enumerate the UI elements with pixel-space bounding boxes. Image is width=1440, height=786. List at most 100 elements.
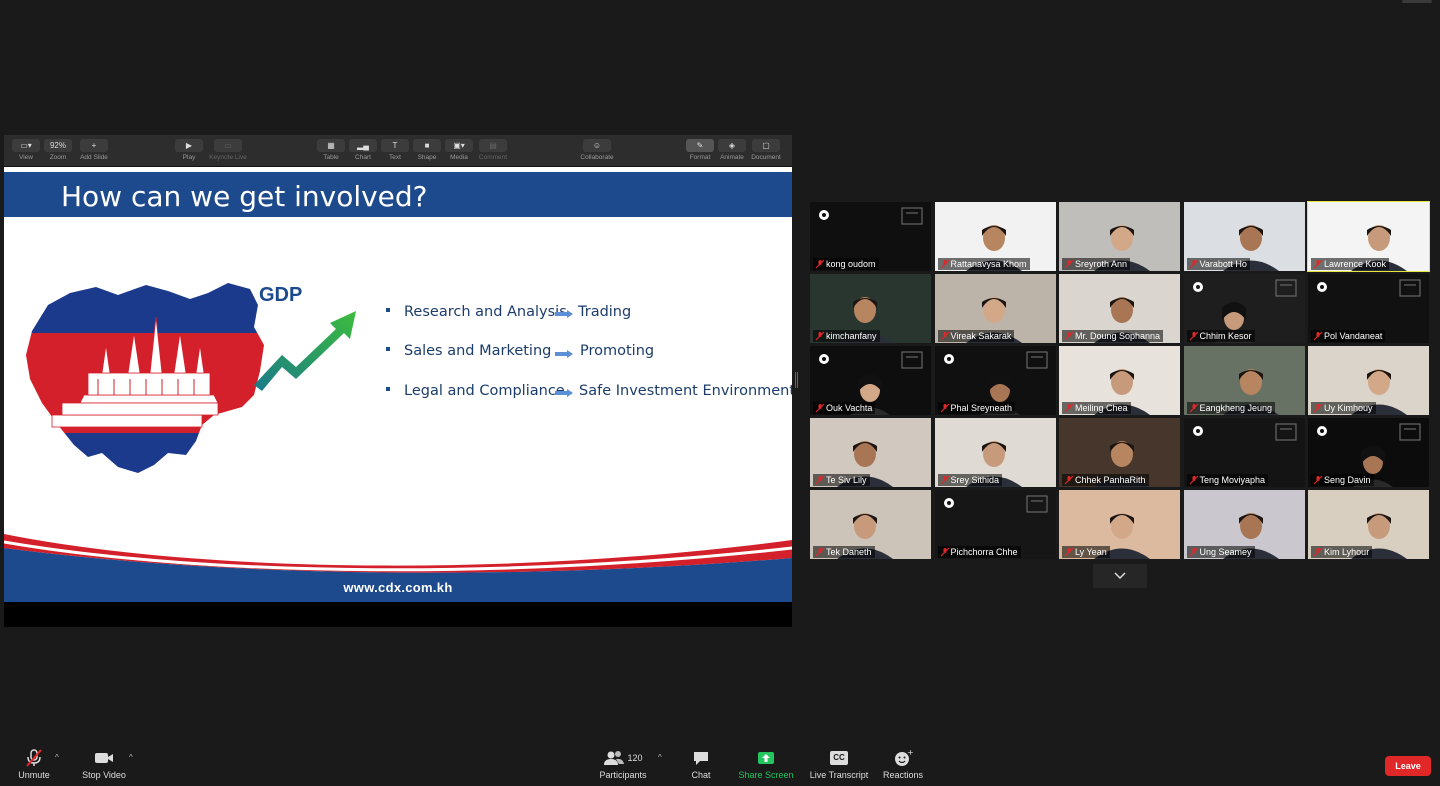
participant-tile[interactable]: Phal Sreyneath [934,346,1056,415]
chat-button[interactable]: Chat [686,748,716,780]
keynote-toolbar: ▭▾ View 92% Zoom + Add Slide ▶ Play ▭ Ke… [4,135,792,167]
share-screen-button[interactable]: Share Screen [738,748,794,780]
participant-tile[interactable]: Pol Vandaneat [1308,274,1429,343]
mic-muted-icon [815,331,825,341]
toolbar-add-slide[interactable]: + Add Slide [76,139,112,165]
participant-tile[interactable]: Vireak Sakarak [934,274,1056,343]
comment-icon: ▤ [479,139,507,152]
mic-muted-icon [815,547,825,557]
bullet-legal-target: Safe Investment Environment [579,383,792,399]
cambodia-flag-map [18,275,278,490]
participant-tile[interactable]: kong oudom [810,202,931,271]
participant-tile[interactable]: Srey Sithida [934,418,1056,487]
mic-muted-icon [1064,547,1074,557]
participant-tile[interactable]: Mr. Doung Sophanna [1059,274,1180,343]
shared-screen: ▭▾ View 92% Zoom + Add Slide ▶ Play ▭ Ke… [4,135,792,627]
mic-muted-icon [1189,331,1198,341]
participant-tile[interactable]: Teng Moviyapha [1183,418,1305,487]
toolbar-play[interactable]: ▶ Play [174,139,204,165]
toolbar-chart[interactable]: ▂▄ Chart [348,139,378,165]
participant-count: 120 [627,753,643,763]
participant-tile[interactable]: Lawrence Kook [1307,201,1430,272]
participant-name: Pichchorra Chhe [937,546,1021,558]
participant-tile[interactable]: Te Siv Lily [810,418,931,487]
video-options-caret[interactable]: ^ [129,753,133,762]
cc-icon: CC [808,748,870,768]
bullet-marker [386,347,390,351]
slide-header-band: How can we get involved? [4,172,792,217]
live-transcript-button[interactable]: CC Live Transcript [808,748,870,780]
mic-muted-icon [940,547,949,557]
participant-tile[interactable]: Chhim Kesor [1183,274,1305,343]
reactions-button[interactable]: + Reactions [880,748,926,780]
participant-tile[interactable]: Seng Davin [1308,418,1429,487]
reactions-icon: + [880,748,926,768]
format-icon: ✎ [686,139,714,152]
participant-tile[interactable]: Eangkheng Jeung [1183,346,1305,415]
participant-tile[interactable]: Ly Yean [1059,490,1180,559]
mic-muted-icon [1313,259,1323,269]
toolbar-table[interactable]: ▦ Table [316,139,346,165]
media-icon: ▣▾ [445,139,473,152]
toolbar-document[interactable]: ▢ Document [748,139,784,165]
video-camera-icon [80,748,128,768]
table-icon: ▦ [317,139,345,152]
participant-tile[interactable]: Kim Lyhour [1308,490,1429,559]
bullet-sales-target: Promoting [580,343,655,359]
slide-url: www.cdx.com.kh [343,580,453,595]
participant-tile[interactable]: Sreyroth Ann [1059,202,1180,271]
toolbar-format[interactable]: ✎ Format [684,139,716,165]
participant-tile[interactable]: Ung Seamey [1183,490,1305,559]
participant-tile[interactable]: Meiling Chea [1059,346,1180,415]
mic-muted-icon [1064,403,1074,413]
participant-gallery: kong oudom Rattanavysa Khom Sreyroth Ann Va… [810,201,1432,560]
leave-button[interactable]: Leave [1385,756,1431,776]
toolbar-text[interactable]: T Text [380,139,410,165]
audio-options-caret[interactable]: ^ [55,753,59,762]
toolbar-shape[interactable]: ■ Shape [412,139,442,165]
text-icon: T [381,139,409,152]
toolbar-collaborate[interactable]: ☺ Collaborate [576,139,618,165]
right-arrow-icon [555,310,573,318]
mic-muted-icon [1189,547,1198,557]
toolbar-keynote-live[interactable]: ▭ Keynote Live [206,139,250,165]
participant-name: Chhek PanhaRith [1062,474,1149,486]
unmute-button[interactable]: Unmute [14,748,54,780]
mic-muted-icon [1064,475,1074,485]
bullet-sales: Sales and Marketing [386,343,551,359]
collaborate-icon: ☺ [583,139,611,152]
participants-options-caret[interactable]: ^ [658,753,662,762]
bullet-research: Research and Analysis [386,304,567,320]
toolbar-view[interactable]: ▭▾ View [10,139,42,165]
growth-arrow-icon [254,311,356,391]
mic-muted-icon [1064,259,1074,269]
toolbar-animate[interactable]: ◈ Animate [716,139,748,165]
participant-tile[interactable]: Tek Daneth [810,490,931,559]
plus-icon: + [80,139,108,152]
toolbar-media[interactable]: ▣▾ Media [444,139,474,165]
window-handle[interactable] [1402,0,1432,3]
participant-name: Mr. Doung Sophanna [1062,330,1164,342]
stop-video-button[interactable]: Stop Video [80,748,128,780]
mic-muted-icon [815,403,825,413]
participant-tile[interactable]: Varabott Ho [1183,202,1305,271]
mic-muted-icon [1313,475,1323,485]
participant-tile[interactable]: Rattanavysa Khom [934,202,1056,271]
participant-name: Rattanavysa Khom [937,258,1030,270]
participant-name: Eangkheng Jeung [1186,402,1276,414]
toolbar-comment[interactable]: ▤ Comment [476,139,510,165]
participants-button[interactable]: 120 Participants [596,748,650,780]
mic-muted-icon [940,331,949,341]
resize-handle[interactable] [795,372,798,388]
participant-tile[interactable]: kimchanfany [810,274,931,343]
participant-tile[interactable]: Uy Kimhouy [1308,346,1429,415]
keynote-live-icon: ▭ [214,139,242,152]
chevron-down-icon [1114,572,1126,580]
participant-tile[interactable]: Ouk Vachta [810,346,931,415]
toolbar-zoom[interactable]: 92% Zoom [42,139,74,165]
right-arrow-icon [555,350,573,358]
participant-tile[interactable]: Pichchorra Chhe [934,490,1056,559]
participant-tile[interactable]: Chhek PanhaRith [1059,418,1180,487]
gallery-scroll-down-button[interactable] [1093,564,1147,588]
bullet-legal: Legal and Compliance [386,383,565,399]
